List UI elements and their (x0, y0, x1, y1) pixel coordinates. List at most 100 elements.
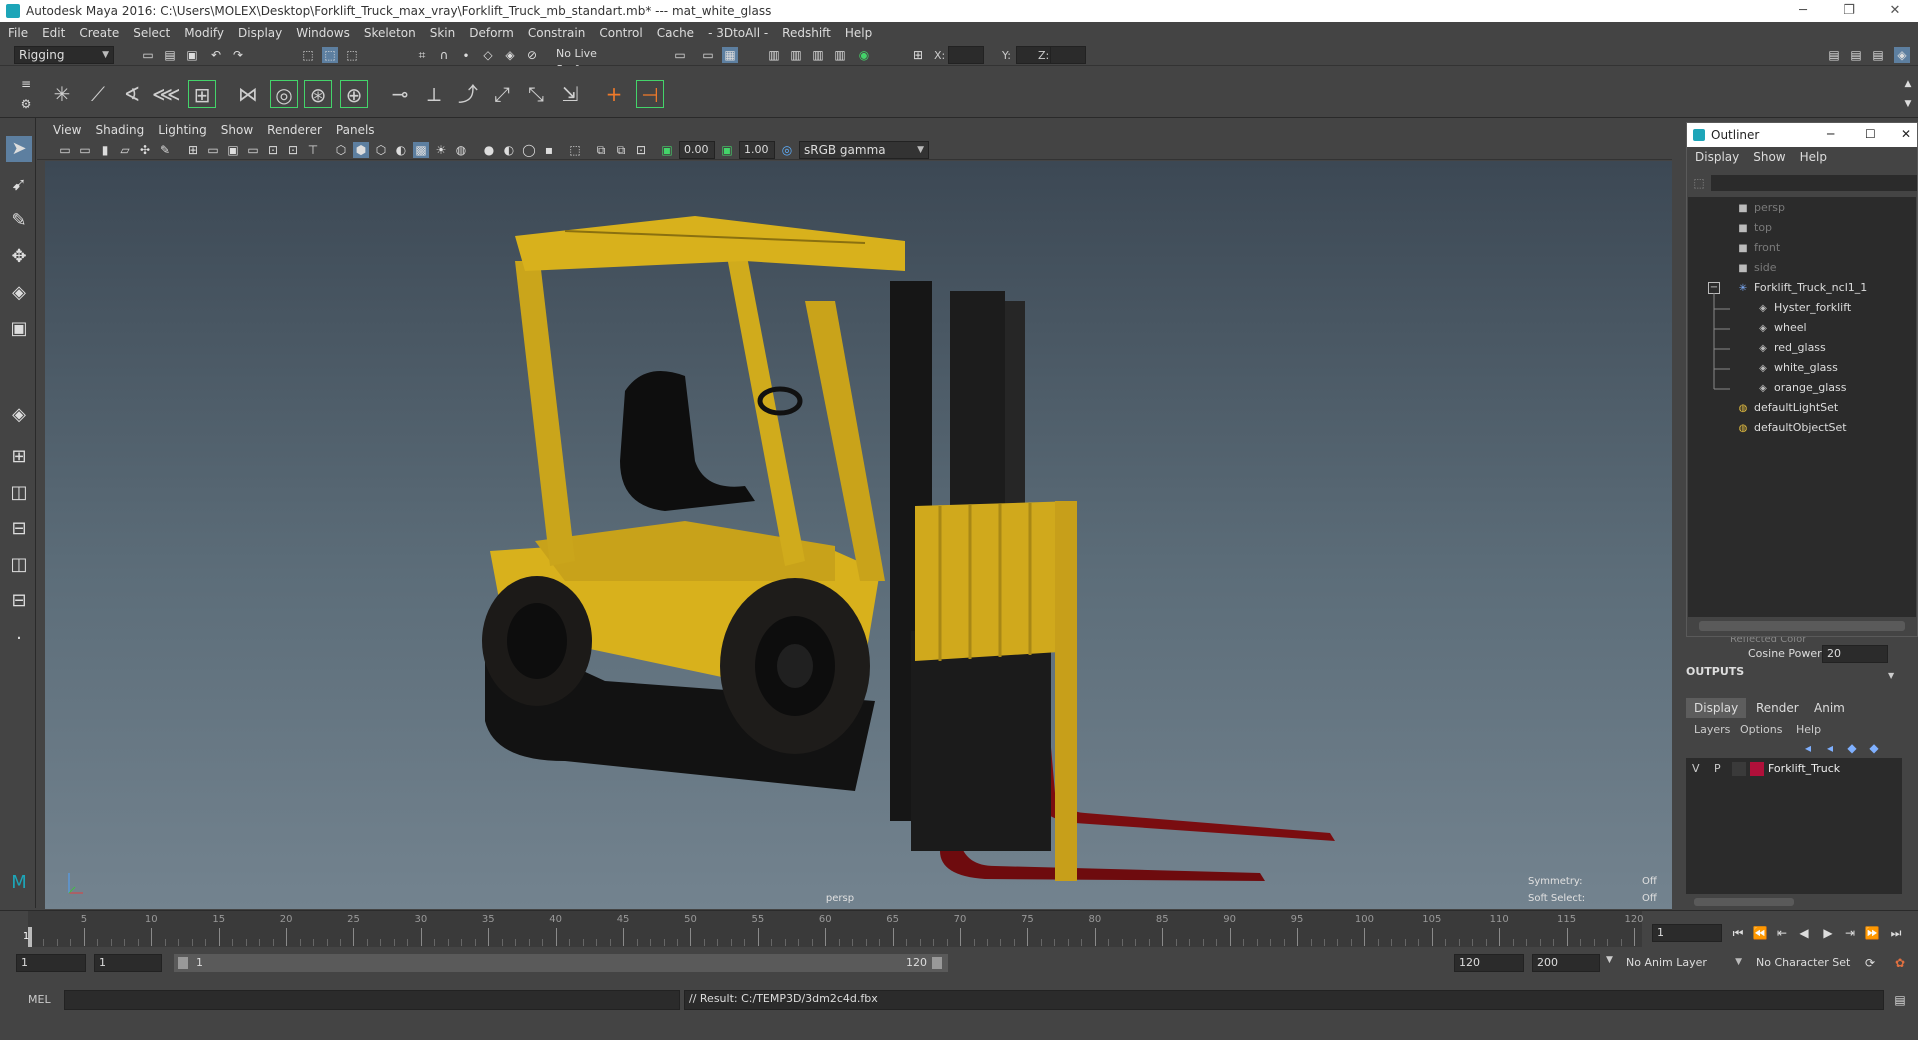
chevron-down-icon[interactable]: ▼ (1606, 955, 1613, 965)
viewport-menu-shading[interactable]: Shading (95, 123, 144, 137)
color-space-dropdown[interactable]: sRGB gamma ▼ (799, 141, 929, 159)
close-button[interactable]: ✕ (1872, 0, 1918, 22)
animation-end-field[interactable]: 200 (1532, 954, 1600, 972)
set-driven-key-icon[interactable]: ⊣ (636, 80, 664, 108)
gamma-icon[interactable]: ▣ (719, 142, 735, 158)
bind-skin-icon[interactable]: ⊞ (188, 80, 216, 108)
layer-playback-toggle[interactable]: P (1714, 762, 1721, 775)
layers-menu-layers[interactable]: Layers (1694, 723, 1730, 736)
menu-edit[interactable]: Edit (42, 26, 65, 40)
ik-handle-icon[interactable]: ∢ (118, 80, 146, 108)
step-back-frame-icon[interactable]: ⇤ (1774, 925, 1790, 941)
motion-blur-icon[interactable]: ◐ (501, 142, 517, 158)
two-view-layout-icon[interactable]: ◫ (6, 480, 32, 506)
viewport-menu-panels[interactable]: Panels (336, 123, 375, 137)
safe-action-icon[interactable]: ⊡ (285, 142, 301, 158)
layer-color-swatch[interactable] (1750, 762, 1764, 776)
outliner-minimize-icon[interactable]: ─ (1827, 127, 1834, 141)
command-mode-label[interactable]: MEL (28, 993, 51, 1006)
outliner-menu-show[interactable]: Show (1753, 150, 1785, 164)
frame-selected-icon[interactable]: ⊡ (633, 142, 649, 158)
cosine-power-field[interactable]: 20 (1822, 645, 1888, 663)
menu-set-dropdown[interactable]: Rigging ▼ (14, 46, 114, 64)
character-set-dropdown[interactable]: No Character Set (1752, 954, 1876, 972)
play-forwards-icon[interactable]: ▶ (1820, 925, 1836, 941)
outliner-maximize-icon[interactable]: ☐ (1865, 127, 1876, 141)
menu-display[interactable]: Display (238, 26, 282, 40)
pole-vector-icon[interactable]: ⇲ (556, 80, 584, 108)
menu-windows[interactable]: Windows (296, 26, 350, 40)
exposure-icon[interactable]: ▣ (659, 142, 675, 158)
layers-tab-anim[interactable]: Anim (1806, 698, 1853, 718)
camera-attributes-icon[interactable]: ▭ (77, 142, 93, 158)
xray-icon[interactable]: ◐ (393, 142, 409, 158)
auto-key-icon[interactable]: ⟳ (1862, 955, 1878, 971)
viewport-menu-view[interactable]: View (53, 123, 81, 137)
smooth-shade-icon[interactable]: ⬢ (353, 142, 369, 158)
select-object-icon[interactable]: ⬚ (322, 47, 338, 63)
layer-row[interactable]: V P Forklift_Truck (1686, 760, 1902, 778)
current-frame-field[interactable]: 1 (1652, 924, 1722, 942)
hypershade-layout-icon[interactable]: ⊟ (6, 588, 32, 614)
xray-active-icon[interactable]: ⧉ (613, 142, 629, 158)
step-forward-key-icon[interactable]: ⏩ (1864, 925, 1880, 941)
tool-settings-icon[interactable]: ▤ (1870, 47, 1886, 63)
wireframe-icon[interactable]: ⬡ (333, 142, 349, 158)
outliner-item-hyster-forklift[interactable]: ◈ Hyster_forklift (1756, 299, 1851, 317)
menu-redshift[interactable]: Redshift (782, 26, 831, 40)
anti-aliasing-icon[interactable]: ◯ (521, 142, 537, 158)
persp-outliner-layout-icon[interactable]: ⊟ (6, 516, 32, 542)
image-plane-icon[interactable]: ▱ (117, 142, 133, 158)
input-ops-icon[interactable]: ▭ (672, 47, 688, 63)
anim-layer-dropdown[interactable]: No Anim Layer ▼ (1622, 954, 1746, 972)
wireframe-on-shaded-icon[interactable]: ⬡ (373, 142, 389, 158)
menu-file[interactable]: File (8, 26, 28, 40)
time-slider-ruler[interactable]: 5 10 15 20 25 30 35 40 45 50 55 60 65 70 75 80 85 90 95 100… (23, 911, 1644, 947)
outliner-item-white-glass[interactable]: ◈ white_glass (1756, 359, 1838, 377)
script-editor-icon[interactable]: ▤ (1892, 992, 1908, 1008)
layers-menu-options[interactable]: Options (1740, 723, 1782, 736)
outliner-search-input[interactable] (1711, 175, 1917, 191)
menu-create[interactable]: Create (79, 26, 119, 40)
range-slider-handle-start[interactable] (178, 957, 188, 969)
snap-view-icon[interactable]: ◇ (480, 47, 496, 63)
menu-deform[interactable]: Deform (469, 26, 514, 40)
channel-box-icon[interactable]: ◈ (1894, 47, 1910, 63)
construction-history-icon[interactable]: ▭ (700, 47, 716, 63)
paint-select-icon[interactable]: ✎ (6, 208, 32, 234)
joint-tool-icon[interactable]: ✳ (48, 80, 76, 108)
minimize-button[interactable]: ─ (1780, 0, 1826, 22)
outliner-item-persp[interactable]: ■ persp (1736, 199, 1785, 217)
outliner-menu-help[interactable]: Help (1800, 150, 1827, 164)
go-to-start-icon[interactable]: ⏮ (1730, 925, 1746, 941)
shelf-options-icon[interactable]: ⚙ (18, 96, 34, 112)
scale-constraint-icon[interactable]: ⤢ (488, 80, 516, 108)
film-gate-icon[interactable]: ▭ (205, 142, 221, 158)
snap-live-icon[interactable]: ⊘ (524, 47, 540, 63)
safe-title-icon[interactable]: ⊤ (305, 142, 321, 158)
time-slider[interactable]: 5 10 15 20 25 30 35 40 45 50 55 60 65 70 75 80 85 90 95 100… (0, 910, 1918, 947)
outliner-menu-display[interactable]: Display (1695, 150, 1739, 164)
layers-horizontal-scrollbar[interactable] (1694, 898, 1794, 906)
outliner-item-orange-glass[interactable]: ◈ orange_glass (1756, 379, 1846, 397)
modeling-toolkit-icon[interactable]: ▤ (1826, 47, 1842, 63)
shadows-icon[interactable]: ◍ (453, 142, 469, 158)
xray-joints-icon[interactable]: ⧉ (593, 142, 609, 158)
open-scene-icon[interactable]: ▤ (162, 47, 178, 63)
new-layer-selected-icon[interactable]: ◆ (1866, 740, 1882, 756)
move-layer-up-icon[interactable]: ◂ (1800, 740, 1816, 756)
menu-modify[interactable]: Modify (184, 26, 224, 40)
render-view-icon[interactable]: ▦ (722, 47, 738, 63)
depth-of-field-icon[interactable]: ▪ (541, 142, 557, 158)
select-tool-icon[interactable]: ➤ (6, 136, 32, 162)
locator-icon[interactable]: + (600, 80, 628, 108)
hypershade-icon[interactable]: ▥ (832, 47, 848, 63)
play-backwards-icon[interactable]: ◀ (1796, 925, 1812, 941)
attr-scroll-down-icon[interactable]: ▼ (1888, 671, 1894, 680)
animation-preferences-icon[interactable]: ✿ (1892, 955, 1908, 971)
viewport-menu-show[interactable]: Show (221, 123, 253, 137)
lattice-icon[interactable]: ◎ (270, 80, 298, 108)
select-component-icon[interactable]: ⬚ (344, 47, 360, 63)
smooth-bind-icon[interactable]: ⋈ (234, 80, 262, 108)
ik-spline-icon[interactable]: ⋘ (152, 80, 180, 108)
